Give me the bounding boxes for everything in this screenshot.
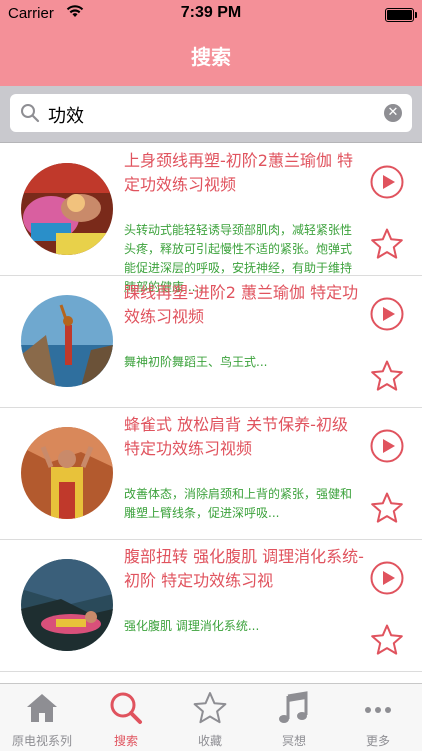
tab-label: 收藏 (197, 734, 222, 748)
star-icon[interactable] (370, 359, 404, 397)
play-icon[interactable] (370, 429, 404, 467)
thumbnail (21, 427, 113, 519)
tab-bar: 原电视系列 搜索 收藏 冥想 更多 (0, 683, 422, 751)
status-bar: Carrier 7:39 PM (0, 0, 422, 28)
search-bar: 功效 ✕ (0, 86, 422, 143)
thumbnail (21, 295, 113, 387)
star-icon[interactable] (370, 623, 404, 661)
tab-label: 冥想 (281, 734, 306, 748)
play-icon[interactable] (370, 165, 404, 203)
page-title: 搜索 (191, 45, 231, 69)
search-query: 功效 (48, 106, 84, 127)
tab-label: 搜索 (113, 734, 138, 748)
item-title: 腹部扭转 强化腹肌 调理消化系统-初阶 特定功效练习视 (124, 547, 364, 590)
thumbnail (21, 559, 113, 651)
search-icon (84, 690, 168, 726)
item-description: 强化腹肌 调理消化系统... (124, 619, 260, 633)
music-note-icon (252, 690, 336, 726)
item-description: 舞神初阶舞蹈王、鸟王式... (124, 355, 268, 369)
star-icon[interactable] (370, 227, 404, 265)
battery-icon (385, 8, 417, 22)
tab-favorites[interactable]: 收藏 (168, 684, 252, 751)
tab-search[interactable]: 搜索 (84, 684, 168, 751)
play-icon[interactable] (370, 561, 404, 599)
thumbnail (21, 163, 113, 255)
clear-icon[interactable]: ✕ (384, 104, 402, 122)
list-item[interactable]: 蜂雀式 放松肩背 关节保养-初级 特定功效练习视频 改善体态，消除肩颈和上背的紧… (0, 407, 422, 540)
item-title: 上身颈线再塑-初阶2蕙兰瑜伽 特定功效练习视频 (124, 151, 354, 194)
list-item[interactable]: 腹部扭转 强化腹肌 调理消化系统-初阶 特定功效练习视 强化腹肌 调理消化系统.… (0, 539, 422, 672)
tab-label: 更多 (365, 734, 390, 748)
more-icon (336, 690, 420, 726)
star-icon[interactable] (370, 491, 404, 529)
item-title: 蜂雀式 放松肩背 关节保养-初级 特定功效练习视频 (124, 415, 348, 458)
tab-series[interactable]: 原电视系列 (0, 684, 84, 751)
item-title: 踝线再塑-进阶2 蕙兰瑜伽 特定功效练习视频 (124, 283, 359, 326)
play-icon[interactable] (370, 297, 404, 335)
tab-more[interactable]: 更多 (336, 684, 420, 751)
search-input[interactable]: 功效 ✕ (10, 94, 412, 132)
list-item[interactable]: 上身颈线再塑-初阶2蕙兰瑜伽 特定功效练习视频 头转动式能轻轻诱导颈部肌肉，减轻… (0, 143, 422, 294)
home-icon (0, 690, 84, 726)
list-item[interactable]: 踝线再塑-进阶2 蕙兰瑜伽 特定功效练习视频 舞神初阶舞蹈王、鸟王式... (0, 275, 422, 408)
tab-label: 原电视系列 (11, 734, 72, 748)
nav-header: Carrier 7:39 PM 搜索 (0, 0, 422, 86)
tab-meditation[interactable]: 冥想 (252, 684, 336, 751)
item-description: 改善体态，消除肩颈和上背的紧张，强健和雕塑上臂线条，促进深呼吸... (124, 487, 353, 520)
clock: 7:39 PM (180, 4, 242, 21)
star-icon (168, 690, 252, 726)
result-list: 上身颈线再塑-初阶2蕙兰瑜伽 特定功效练习视频 头转动式能轻轻诱导颈部肌肉，减轻… (0, 143, 422, 683)
search-icon (20, 103, 40, 127)
